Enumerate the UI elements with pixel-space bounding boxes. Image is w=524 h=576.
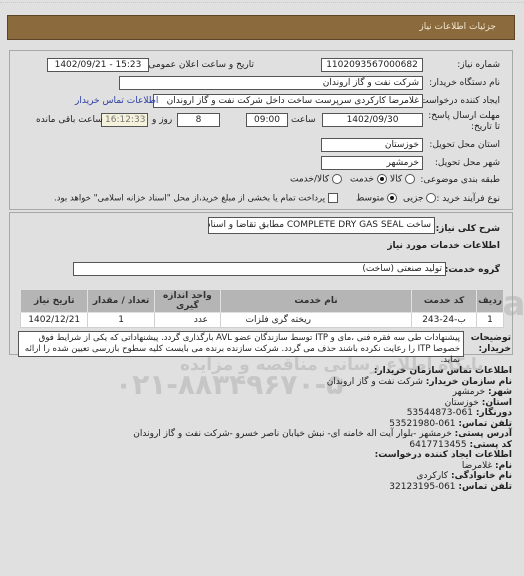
page-title: جزئیات اطلاعات نیاز xyxy=(419,22,496,32)
goods-radio-label: کالا xyxy=(390,174,403,185)
service-group-label: گروه خدمت: xyxy=(444,265,500,275)
medium-radio[interactable] xyxy=(387,193,398,203)
buyer-org-label: نام دستگاه خریدار: xyxy=(429,78,500,88)
days-remaining-field: 8 xyxy=(177,113,220,127)
process-option-medium[interactable]: متوسط xyxy=(356,193,398,204)
category-label: طبقه بندی موضوعی: xyxy=(420,175,500,185)
summary-label: شرح کلی نیاز: xyxy=(435,224,500,234)
table-row: 1 ب-24-243 ریخته گری فلزات عدد 1 1402/12… xyxy=(19,312,504,328)
col-service-name: نام خدمت xyxy=(219,289,412,313)
col-service-code: کد خدمت xyxy=(410,289,478,313)
service-radio-label: خدمت xyxy=(350,174,374,185)
contact-city: شهر: خرمشهر xyxy=(452,387,512,397)
cell-row-number: 1 xyxy=(476,312,504,328)
category-option-goods[interactable]: کالا xyxy=(390,174,416,185)
col-need-date: تاریخ نیاز xyxy=(19,289,89,313)
requester-name: نام: غلامرضا xyxy=(461,460,512,471)
buyer-org-field: شرکت نفت و گاز اروندان xyxy=(119,76,423,90)
announce-datetime-field: 1402/09/21 - 15:23 xyxy=(47,58,149,72)
cell-need-date: 1402/12/21 xyxy=(19,312,89,328)
requester-field: غلامرضا کارکردی سرپرست ساخت داخل شرکت نف… xyxy=(153,94,423,108)
requester-family: نام خانوادگی: کارکردی xyxy=(416,471,512,481)
treasury-bonds-checkbox[interactable] xyxy=(327,193,338,203)
goods-radio[interactable] xyxy=(405,174,416,184)
buyer-contact-link[interactable]: اطلاعات تماس خریدار xyxy=(75,96,158,106)
need-number-label: شماره نیاز: xyxy=(457,60,500,70)
minor-radio-label: جزیی xyxy=(403,193,424,204)
summary-field: ساخت COMPLETE DRY GAS SEAL مطابق تقاضا و… xyxy=(208,217,435,234)
top-divider xyxy=(0,0,524,3)
services-heading: اطلاعات خدمات مورد نیاز xyxy=(387,241,500,251)
time-remaining-field: 16:12:33 xyxy=(101,113,148,127)
requester-label: ایجاد کننده درخواست: xyxy=(417,96,500,106)
medium-radio-label: متوسط xyxy=(356,193,385,204)
city-label: شهر محل تحویل: xyxy=(434,158,500,168)
treasury-bonds-option[interactable]: پرداخت تمام یا بخشی از مبلغ خرید،از محل … xyxy=(54,193,338,204)
cell-service-name: ریخته گری فلزات xyxy=(219,312,412,328)
process-option-minor[interactable]: جزیی xyxy=(403,193,437,204)
deadline-label: مهلت ارسال پاسخ: تا تاریخ: xyxy=(428,111,500,132)
buyer-notes-field: پیشنهادات طی سه فقره فنی ،مای و ITP توسط… xyxy=(18,331,464,365)
deadline-time-label: ساعت xyxy=(291,115,316,125)
buyer-contact-section: اطلاعات تماس سازمان خریدار: نام سازمان خ… xyxy=(133,366,512,492)
contact-phone: تلفن تماس: 061-53521980 xyxy=(389,418,512,429)
col-unit: واحد اندازه گیری xyxy=(153,289,221,313)
province-field: خوزستان xyxy=(321,138,423,152)
buyer-notes-label: توضیحات خریدار: xyxy=(470,333,511,354)
province-label: استان محل تحویل: xyxy=(429,140,500,150)
contact-org: نام سازمان خریدار: شرکت نفت و گاز اروندا… xyxy=(326,376,512,387)
requester-heading: اطلاعات ایجاد کننده درخواست: xyxy=(374,450,512,460)
need-number-field: 1102093567000682 xyxy=(321,58,423,72)
cell-unit: عدد xyxy=(153,312,221,328)
cell-service-code: ب-24-243 xyxy=(410,312,478,328)
treasury-bonds-checkbox-label: پرداخت تمام یا بخشی از مبلغ خرید،از محل … xyxy=(54,193,326,204)
service-radio[interactable] xyxy=(376,174,387,184)
category-option-goods-service[interactable]: کالا/خدمت xyxy=(290,174,343,185)
minor-radio[interactable] xyxy=(426,193,437,203)
deadline-time-field: 09:00 xyxy=(246,113,288,127)
page-header: جزئیات اطلاعات نیاز xyxy=(7,15,515,40)
deadline-date-field: 1402/09/30 xyxy=(322,113,423,127)
col-quantity: تعداد / مقدار xyxy=(87,289,155,313)
category-option-service[interactable]: خدمت xyxy=(350,174,387,185)
days-label: روز و xyxy=(152,115,173,125)
table-header-row: ردیف کد خدمت نام خدمت واحد اندازه گیری ت… xyxy=(19,289,504,313)
time-remaining-label: ساعت باقی مانده xyxy=(36,115,103,125)
contact-province: استان: خوزستان xyxy=(444,397,512,408)
goods-service-radio-label: کالا/خدمت xyxy=(290,174,330,185)
service-group-field: تولید صنعتی (ساخت) xyxy=(73,262,446,276)
services-table: ردیف کد خدمت نام خدمت واحد اندازه گیری ت… xyxy=(19,289,504,328)
contact-postal-code: کد پستی: 6417713455 xyxy=(409,439,512,450)
goods-service-radio[interactable] xyxy=(332,174,343,184)
contact-fax: دورنگار: 061-53544873 xyxy=(406,408,512,418)
contact-address: آدرس پستی: خرمشهر -بلوار آیت اله خامنه ا… xyxy=(133,429,512,439)
contact-heading: اطلاعات تماس سازمان خریدار: xyxy=(373,366,512,376)
cell-quantity: 1 xyxy=(87,312,155,328)
purchase-process-label: نوع فرآیند خرید : xyxy=(436,194,500,204)
city-field: خرمشهر xyxy=(321,156,423,170)
col-row-number: ردیف xyxy=(476,289,504,313)
announce-datetime-label: تاریخ و ساعت اعلان عمومی: xyxy=(145,60,254,70)
requester-phone: تلفن تماس: 061-32123195 xyxy=(389,481,512,492)
